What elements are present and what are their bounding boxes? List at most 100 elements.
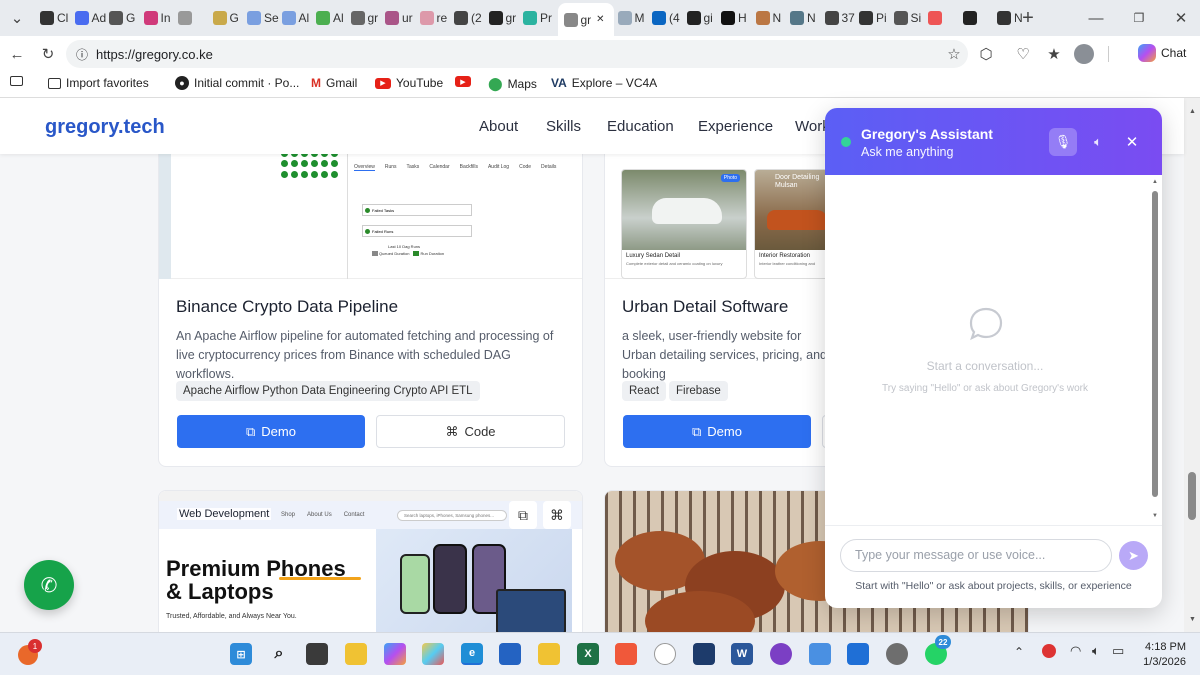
bookmark-youtube-2[interactable]: ▶ [455, 76, 471, 87]
tab-actions-chevron-icon[interactable]: ⌄ [6, 7, 28, 29]
settings-gear-icon[interactable] [886, 643, 908, 665]
restore-window-icon[interactable]: ❐ [1128, 7, 1150, 29]
browser-tab[interactable]: Pi [859, 6, 893, 30]
back-arrow-icon[interactable]: ← [6, 43, 28, 65]
send-button[interactable]: ➤ [1119, 541, 1148, 570]
browser-tab[interactable]: gr [488, 6, 523, 30]
close-chat-button[interactable]: ✕ [1121, 128, 1143, 156]
page-scrollbar[interactable]: ▲ ▼ [1184, 98, 1200, 632]
minimize-window-icon[interactable]: — [1085, 7, 1107, 29]
brave-icon[interactable] [615, 643, 637, 665]
photos-icon[interactable] [422, 643, 444, 665]
chat-scroll-thumb[interactable] [1152, 191, 1158, 497]
store-icon[interactable] [499, 643, 521, 665]
excel-icon[interactable]: X [577, 643, 599, 665]
new-tab-plus-icon[interactable]: + [1017, 7, 1039, 29]
browser-tab[interactable]: 37 [824, 6, 859, 30]
browser-tab[interactable]: H [721, 6, 755, 30]
word-icon[interactable]: W [731, 643, 753, 665]
browser-tab[interactable]: G [109, 6, 143, 30]
task-view-icon[interactable] [306, 643, 328, 665]
page-scroll-thumb[interactable] [1188, 472, 1196, 520]
weather-widget[interactable]: 1 [18, 639, 42, 665]
chevron-up-icon[interactable]: ⌃ [1014, 645, 1024, 659]
browser-tab[interactable]: Al [316, 6, 350, 30]
bookmark-youtube[interactable]: ▶ YouTube [375, 76, 443, 90]
bookmark-sidebar-toggle[interactable] [10, 76, 23, 86]
clock[interactable]: 4:18 PM 1/3/2026 [1130, 640, 1186, 670]
favorite-star-icon[interactable]: ☆ [943, 43, 965, 65]
file-manager-icon[interactable] [538, 643, 560, 665]
external-link-icon[interactable]: ⧉ [509, 501, 537, 529]
bookmark-vc4a[interactable]: VA Explore – VC4A [551, 76, 657, 90]
battery-icon[interactable]: ▭ [1112, 643, 1124, 659]
tray-app-icon[interactable] [1042, 644, 1056, 658]
edge-browser-icon[interactable]: e [461, 643, 483, 665]
browser-tab[interactable]: Se [247, 6, 281, 30]
app-icon[interactable] [693, 643, 715, 665]
media-player-icon[interactable] [654, 643, 676, 665]
demo-button[interactable]: ⧉ Demo [623, 415, 811, 448]
bookmark-import-favorites[interactable]: Import favorites [48, 76, 149, 90]
browser-tab[interactable] [928, 6, 962, 30]
code-button[interactable]: ⌘ Code [376, 415, 565, 448]
browser-tab[interactable]: Cl [40, 6, 74, 30]
demo-button[interactable]: ⧉ Demo [177, 415, 365, 448]
scroll-down-icon[interactable]: ▼ [1152, 513, 1158, 519]
browser-tab[interactable]: Si [893, 6, 928, 30]
browser-tab[interactable]: (2 [454, 6, 488, 30]
nav-education[interactable]: Education [607, 118, 674, 135]
browser-tab[interactable]: Ad [74, 6, 109, 30]
browser-tab[interactable]: M [617, 6, 652, 30]
site-logo[interactable]: gregory.tech [45, 116, 165, 139]
browser-tab[interactable]: gr [350, 6, 385, 30]
reload-icon[interactable]: ↻ [37, 43, 59, 65]
close-tab-icon[interactable]: ✕ [596, 14, 604, 25]
nav-experience[interactable]: Experience [698, 118, 773, 135]
profile-avatar[interactable] [1073, 43, 1095, 65]
browser-tab[interactable]: Pr [523, 6, 557, 30]
browser-tab[interactable]: ur [385, 6, 419, 30]
bookmark-gmail[interactable]: M Gmail [311, 76, 357, 90]
copilot-chat-button[interactable]: Chat [1138, 44, 1186, 62]
favorites-bar-icon[interactable]: ★ [1043, 43, 1065, 65]
speaker-button[interactable]: 🔈︎ [1087, 128, 1109, 156]
browser-tab[interactable]: N [755, 6, 790, 30]
site-info-icon[interactable]: ⓘ [76, 46, 88, 63]
chat-messages-area[interactable]: Start a conversation... Try saying "Hell… [825, 175, 1162, 525]
browser-tab[interactable]: Al [281, 6, 316, 30]
copilot-icon[interactable] [384, 643, 406, 665]
file-explorer-icon[interactable] [345, 643, 367, 665]
close-window-icon[interactable]: ✕ [1170, 7, 1192, 29]
browser-essentials-icon[interactable]: ♡ [1012, 43, 1034, 65]
browser-tab[interactable] [962, 6, 997, 30]
microphone-button[interactable]: 🎙︎ [1049, 128, 1077, 156]
scroll-down-icon[interactable]: ▼ [1189, 616, 1196, 623]
browser-tab[interactable]: (4 [652, 6, 686, 30]
vscode-icon[interactable] [847, 643, 869, 665]
scroll-up-icon[interactable]: ▲ [1189, 108, 1196, 115]
browser-tab[interactable]: N [790, 6, 824, 30]
browser-tab[interactable]: gr ✕ [557, 3, 614, 36]
scroll-up-icon[interactable]: ▲ [1152, 179, 1158, 185]
whatsapp-icon[interactable]: 22 [925, 635, 951, 665]
chat-scrollbar[interactable]: ▲ ▼ [1150, 177, 1160, 523]
github-icon[interactable]: ⌘ [543, 501, 571, 529]
nav-skills[interactable]: Skills [546, 118, 581, 135]
nav-about[interactable]: About [479, 118, 518, 135]
bookmark-initial-commit[interactable]: ● Initial commit · Po... [175, 76, 299, 90]
browser-tab[interactable]: gi [686, 6, 721, 30]
browser-tab[interactable]: In [143, 6, 178, 30]
phone-call-button[interactable]: ✆ [24, 560, 74, 610]
volume-icon[interactable]: 🔈︎ [1092, 643, 1100, 659]
browser-tab[interactable] [178, 6, 212, 30]
browser-tab[interactable]: re [419, 6, 454, 30]
bookmark-maps[interactable]: ⬤ Maps [488, 76, 537, 92]
chat-message-input[interactable]: Type your message or use voice... [840, 539, 1112, 572]
extensions-icon[interactable]: ⬡ [975, 43, 997, 65]
wifi-icon[interactable]: ◠ [1070, 643, 1081, 659]
search-icon[interactable]: ⌕ [268, 643, 290, 665]
browser-tab[interactable]: G [212, 6, 247, 30]
start-windows-icon[interactable]: ⊞ [230, 643, 252, 665]
url-field[interactable]: ⓘ https://gregory.co.ke [66, 40, 968, 68]
